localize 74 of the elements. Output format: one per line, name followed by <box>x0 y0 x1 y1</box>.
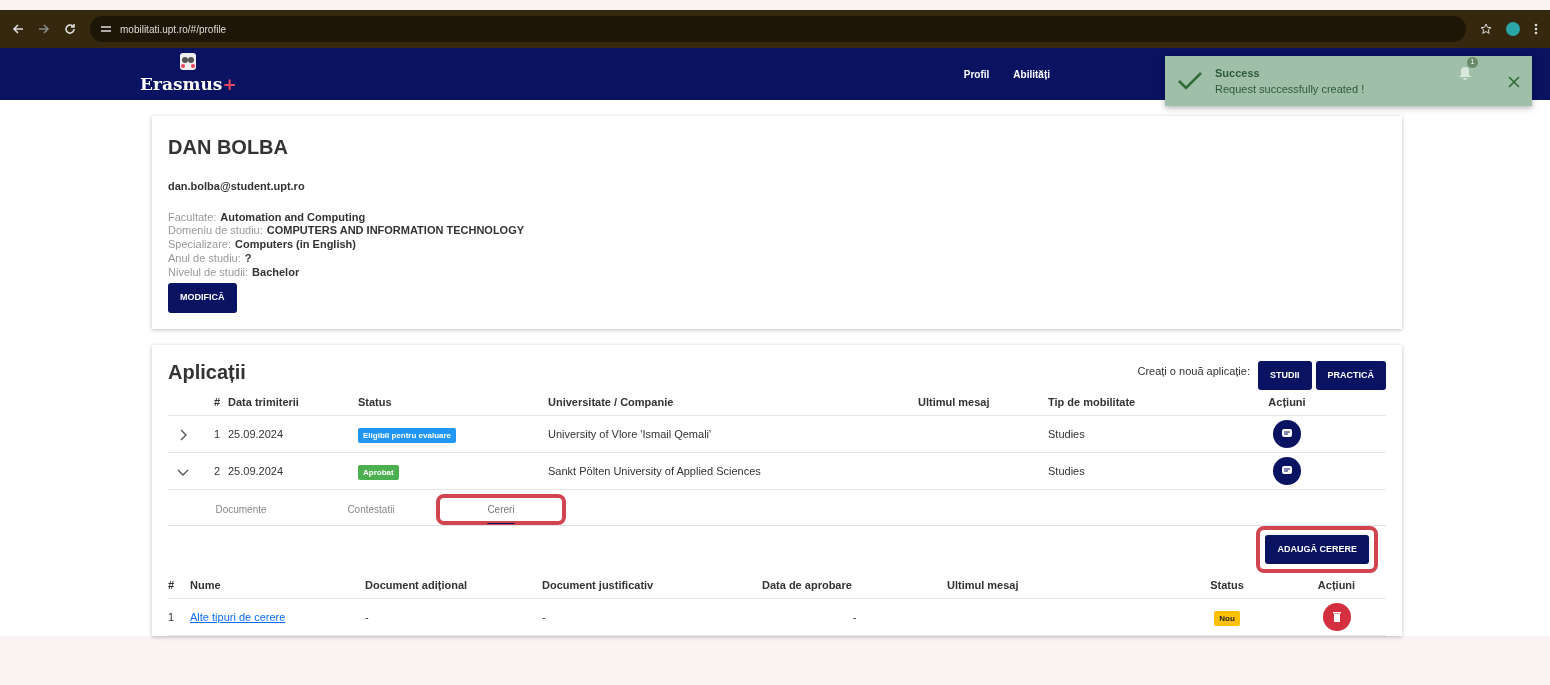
create-button[interactable]: PRACTICĂ <box>1315 360 1386 391</box>
toast-title: Success <box>1215 65 1261 81</box>
check-icon <box>1177 71 1203 91</box>
table-cell-text: Studies <box>1048 426 1086 442</box>
field-value: Bachelor <box>252 265 300 280</box>
table-cell-text: University of Vlore 'Ismail Qemali' <box>548 426 713 442</box>
column-header: # <box>212 395 221 411</box>
table-cell-text: 25.09.2024 <box>228 426 285 442</box>
field-label: Domeniu de studiu: <box>168 224 263 238</box>
column-header: Tip de mobilitate <box>1048 395 1137 411</box>
section-title: Aplicații <box>168 359 246 385</box>
column-header: Acțiuni <box>1267 395 1307 411</box>
column-header: Status <box>1209 578 1245 594</box>
tab[interactable]: Cereri <box>436 493 566 525</box>
close-icon <box>1508 75 1520 88</box>
add-request-button[interactable]: ADAUGĂ CERERE <box>1265 534 1369 565</box>
nav-link[interactable]: Abilități <box>1013 66 1050 82</box>
column-header: Status <box>358 395 393 411</box>
site-settings-icon <box>100 24 112 34</box>
table-cell-text: 1 <box>212 426 221 442</box>
column-header: Document justificativ <box>542 578 655 594</box>
status-badge: Aprobat <box>358 464 399 480</box>
edit-button[interactable]: MODIFICĂ <box>168 283 237 313</box>
logo-text: Erasmus+ <box>140 73 237 97</box>
reload-icon[interactable] <box>64 23 76 35</box>
column-header: Ultimul mesaj <box>918 395 991 411</box>
field-value: Computers (in English) <box>235 238 356 252</box>
chat-button[interactable] <box>1273 419 1301 448</box>
table-cell-text: - <box>542 609 547 625</box>
column-header: Document adițional <box>365 578 469 594</box>
table-cell-text: 1 <box>168 609 176 625</box>
chat-button[interactable] <box>1273 456 1301 485</box>
request-link[interactable]: Alte tipuri de cerere <box>190 610 286 623</box>
toast-message: Request successfully created ! <box>1215 82 1366 97</box>
field-value: COMPUTERS AND INFORMATION TECHNOLOGY <box>266 224 525 238</box>
forward-icon[interactable] <box>38 23 50 35</box>
delete-button[interactable] <box>1322 602 1351 631</box>
chat-icon <box>1281 427 1293 440</box>
column-header: # <box>168 578 176 594</box>
field-value: ? <box>244 251 252 266</box>
star-icon[interactable] <box>1480 23 1492 35</box>
field-label: Nivelul de studii: <box>168 265 249 280</box>
table-cell-text: 25.09.2024 <box>228 463 285 479</box>
status-badge: Eligibil pentru evaluare <box>358 427 457 443</box>
status-badge: Nou <box>1214 610 1240 626</box>
table-cell-text: Studies <box>1048 463 1086 479</box>
back-icon[interactable] <box>12 23 24 35</box>
column-header: Data de aprobare <box>762 578 853 594</box>
tab[interactable]: Contestatii <box>306 493 436 525</box>
column-header: Ultimul mesaj <box>947 578 1020 594</box>
field-label: Specializare: <box>168 238 231 252</box>
url-text: mobilitati.upt.ro/#/profile <box>120 22 227 37</box>
create-button[interactable]: STUDII <box>1258 360 1312 391</box>
column-header: Nume <box>190 578 222 594</box>
chat-icon <box>1281 464 1293 477</box>
avatar-icon[interactable] <box>1506 22 1520 36</box>
profile-name: DAN BOLBA <box>168 135 289 160</box>
field-label: Anul de studiu: <box>168 251 241 266</box>
column-header: Acțiuni <box>1316 578 1357 594</box>
column-header: Universitate / Companie <box>548 395 675 411</box>
column-header: Data trimiterii <box>228 395 300 411</box>
tab[interactable]: Documente <box>176 493 306 525</box>
table-cell-text: 2 <box>212 463 221 479</box>
table-cell-text: - <box>851 609 858 625</box>
trash-icon <box>1331 610 1342 623</box>
table-cell-text: - <box>365 609 370 625</box>
field-value: Automation and Computing <box>220 210 366 225</box>
create-label: Creați o nouă aplicație: <box>1137 364 1250 380</box>
nav-link[interactable]: Profil <box>963 66 990 82</box>
address-bar[interactable]: mobilitati.upt.ro/#/profile <box>90 16 1466 42</box>
menu-icon[interactable] <box>1534 23 1538 35</box>
profile-email: dan.bolba@student.upt.ro <box>168 179 306 194</box>
field-label: Facultate: <box>168 210 217 225</box>
table-cell-text: Sankt Pölten University of Applied Sciences <box>548 463 762 479</box>
